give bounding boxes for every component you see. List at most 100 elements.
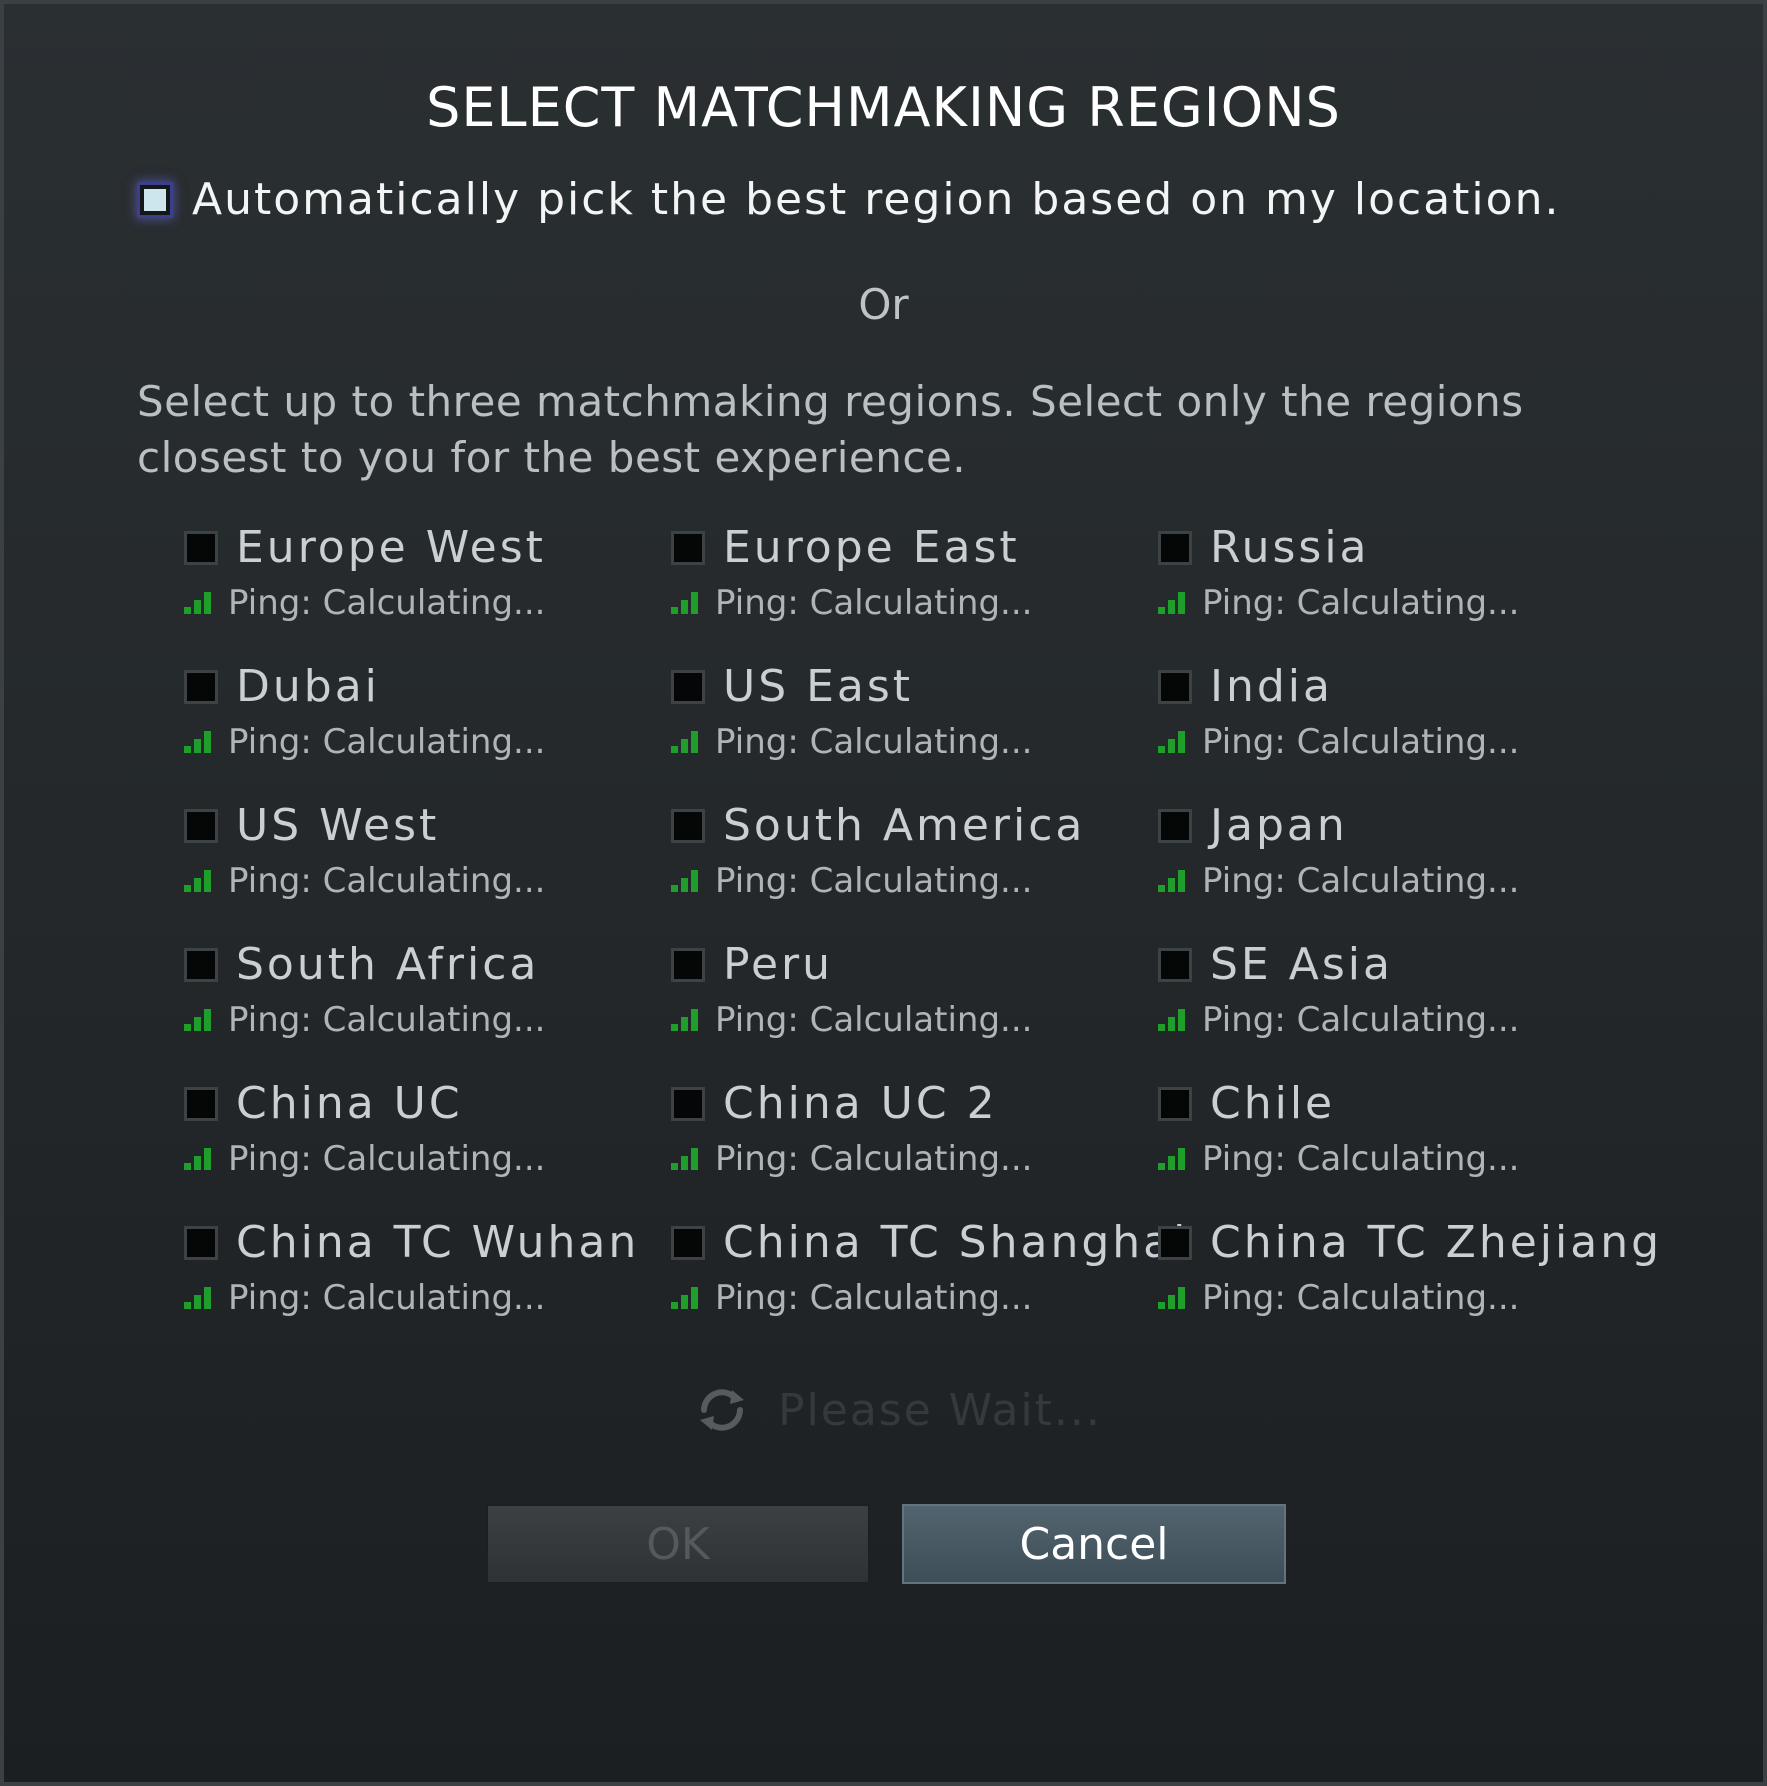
region-item[interactable]: Dubai Ping: Calculating... (184, 661, 664, 781)
region-ping-text: Ping: Calculating... (715, 722, 1033, 762)
region-checkbox[interactable] (184, 530, 218, 565)
region-toggle[interactable]: China UC (184, 1078, 664, 1129)
region-checkbox[interactable] (671, 947, 705, 982)
signal-bars-icon (1158, 1148, 1194, 1170)
signal-bars-icon (671, 731, 707, 753)
region-name[interactable]: South America (723, 800, 1085, 851)
region-item[interactable]: US West Ping: Calculating... (184, 800, 664, 920)
region-checkbox[interactable] (184, 808, 218, 843)
region-item[interactable]: Chile Ping: Calculating... (1158, 1078, 1638, 1198)
region-item[interactable]: India Ping: Calculating... (1158, 661, 1638, 781)
region-checkbox[interactable] (184, 947, 218, 982)
region-ping-text: Ping: Calculating... (1202, 861, 1520, 901)
region-ping: Ping: Calculating... (1158, 1000, 1638, 1040)
region-name[interactable]: Peru (723, 939, 833, 990)
region-ping-text: Ping: Calculating... (228, 1139, 546, 1179)
region-name[interactable]: US East (723, 661, 913, 712)
ok-button[interactable]: OK (486, 1504, 870, 1584)
region-checkbox[interactable] (184, 1225, 218, 1260)
region-name[interactable]: Chile (1210, 1078, 1335, 1129)
region-item[interactable]: Japan Ping: Calculating... (1158, 800, 1638, 920)
region-toggle[interactable]: US East (671, 661, 1151, 712)
region-item[interactable]: Peru Ping: Calculating... (671, 939, 1151, 1059)
region-ping: Ping: Calculating... (184, 583, 664, 623)
signal-bars-icon (184, 592, 220, 614)
signal-bars-icon (671, 592, 707, 614)
region-name[interactable]: US West (236, 800, 439, 851)
region-toggle[interactable]: Chile (1158, 1078, 1638, 1129)
region-toggle[interactable]: Japan (1158, 800, 1638, 851)
region-name[interactable]: China TC Wuhan (236, 1217, 639, 1268)
region-ping-text: Ping: Calculating... (228, 583, 546, 623)
region-item[interactable]: China UC Ping: Calculating... (184, 1078, 664, 1198)
region-checkbox[interactable] (1158, 808, 1192, 843)
region-toggle[interactable]: US West (184, 800, 664, 851)
region-toggle[interactable]: China TC Shanghai (671, 1217, 1185, 1268)
region-checkbox[interactable] (1158, 947, 1192, 982)
region-item[interactable]: South America Ping: Calculating... (671, 800, 1151, 920)
region-ping: Ping: Calculating... (671, 861, 1151, 901)
region-name[interactable]: South Africa (236, 939, 539, 990)
signal-bars-icon (1158, 1009, 1194, 1031)
region-item[interactable]: China TC Zhejiang Ping: Calculating... (1158, 1217, 1659, 1337)
auto-pick-label[interactable]: Automatically pick the best region based… (192, 174, 1560, 225)
region-checkbox[interactable] (671, 1225, 705, 1260)
region-toggle[interactable]: SE Asia (1158, 939, 1638, 990)
region-name[interactable]: Dubai (236, 661, 380, 712)
region-toggle[interactable]: China TC Wuhan (184, 1217, 664, 1268)
region-ping-text: Ping: Calculating... (1202, 722, 1520, 762)
region-toggle[interactable]: Europe East (671, 522, 1151, 573)
region-checkbox[interactable] (1158, 530, 1192, 565)
region-name[interactable]: China TC Shanghai (723, 1217, 1188, 1268)
region-ping-text: Ping: Calculating... (715, 1278, 1033, 1318)
region-toggle[interactable]: Europe West (184, 522, 664, 573)
region-name[interactable]: SE Asia (1210, 939, 1393, 990)
auto-pick-checkbox[interactable] (140, 184, 170, 215)
region-item[interactable]: China TC Wuhan Ping: Calculating... (184, 1217, 664, 1337)
region-name[interactable]: Japan (1210, 800, 1348, 851)
cancel-button[interactable]: Cancel (902, 1504, 1286, 1584)
region-toggle[interactable]: China UC 2 (671, 1078, 1151, 1129)
region-ping: Ping: Calculating... (671, 1139, 1151, 1179)
region-name[interactable]: Europe West (236, 522, 546, 573)
signal-bars-icon (1158, 870, 1194, 892)
auto-pick-row[interactable]: Automatically pick the best region based… (140, 174, 1560, 225)
region-item[interactable]: China UC 2 Ping: Calculating... (671, 1078, 1151, 1198)
region-checkbox[interactable] (184, 669, 218, 704)
region-checkbox[interactable] (1158, 1086, 1192, 1121)
region-ping: Ping: Calculating... (1158, 1139, 1638, 1179)
region-toggle[interactable]: China TC Zhejiang (1158, 1217, 1659, 1268)
region-name[interactable]: Europe East (723, 522, 1020, 573)
region-name[interactable]: Russia (1210, 522, 1370, 573)
region-item[interactable]: Europe West Ping: Calculating... (184, 522, 664, 642)
region-toggle[interactable]: Dubai (184, 661, 664, 712)
region-toggle[interactable]: South America (671, 800, 1151, 851)
region-toggle[interactable]: Peru (671, 939, 1151, 990)
or-separator: Or (858, 280, 909, 329)
dialog-title: SELECT MATCHMAKING REGIONS (426, 76, 1341, 139)
region-checkbox[interactable] (184, 1086, 218, 1121)
region-ping-text: Ping: Calculating... (715, 1139, 1033, 1179)
please-wait-indicator: Please Wait... (694, 1382, 1102, 1438)
region-item[interactable]: US East Ping: Calculating... (671, 661, 1151, 781)
region-name[interactable]: China UC 2 (723, 1078, 998, 1129)
region-name[interactable]: China TC Zhejiang (1210, 1217, 1662, 1268)
signal-bars-icon (671, 870, 707, 892)
region-name[interactable]: China UC (236, 1078, 463, 1129)
region-checkbox[interactable] (1158, 669, 1192, 704)
region-toggle[interactable]: South Africa (184, 939, 664, 990)
region-item[interactable]: SE Asia Ping: Calculating... (1158, 939, 1638, 1059)
region-checkbox[interactable] (671, 1086, 705, 1121)
region-checkbox[interactable] (671, 669, 705, 704)
region-item[interactable]: China TC Shanghai Ping: Calculating... (671, 1217, 1185, 1337)
region-checkbox[interactable] (1158, 1225, 1192, 1260)
region-toggle[interactable]: India (1158, 661, 1638, 712)
region-item[interactable]: Russia Ping: Calculating... (1158, 522, 1638, 642)
region-checkbox[interactable] (671, 808, 705, 843)
region-checkbox[interactable] (671, 530, 705, 565)
signal-bars-icon (184, 1287, 220, 1309)
region-name[interactable]: India (1210, 661, 1333, 712)
region-item[interactable]: South Africa Ping: Calculating... (184, 939, 664, 1059)
region-toggle[interactable]: Russia (1158, 522, 1638, 573)
region-item[interactable]: Europe East Ping: Calculating... (671, 522, 1151, 642)
